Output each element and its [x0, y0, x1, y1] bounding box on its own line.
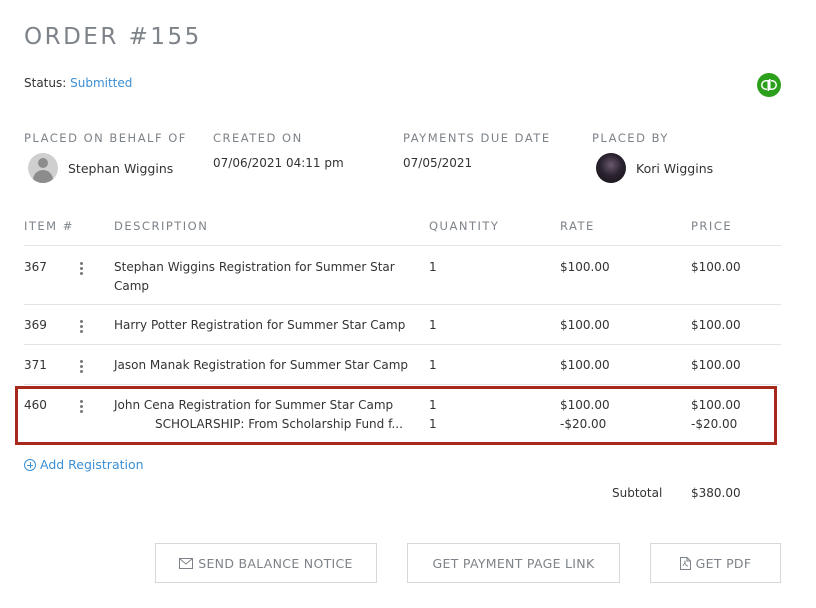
created-on: CREATED ON 07/06/2021 04:11 pm: [213, 131, 344, 170]
item-price: $100.00: [691, 260, 741, 274]
table-row: 371 Jason Manak Registration for Summer …: [24, 345, 781, 385]
table-header: ITEM # DESCRIPTION QUANTITY RATE PRICE: [24, 212, 781, 246]
status-value[interactable]: Submitted: [70, 76, 132, 90]
item-description: Jason Manak Registration for Summer Star…: [114, 358, 409, 372]
get-payment-page-link-button[interactable]: GET PAYMENT PAGE LINK: [407, 543, 620, 583]
item-price: $100.00: [691, 318, 741, 332]
item-quantity: 1: [429, 358, 437, 372]
item-number: 367: [24, 260, 47, 274]
header-rate: RATE: [560, 219, 595, 233]
item-description: Harry Potter Registration for Summer Sta…: [114, 318, 406, 332]
item-description: Stephan Wiggins Registration for Summer …: [114, 260, 395, 293]
add-registration-label: Add Registration: [40, 457, 144, 472]
item-quantity: 1: [429, 318, 437, 332]
highlight-box: [15, 386, 777, 445]
send-balance-notice-label: SEND BALANCE NOTICE: [198, 555, 353, 571]
get-payment-page-link-label: GET PAYMENT PAGE LINK: [432, 555, 595, 571]
header-price: PRICE: [691, 219, 733, 233]
order-status: Status: Submitted: [24, 76, 132, 90]
kebab-menu-icon[interactable]: [80, 262, 84, 277]
placed-by: PLACED BY Kori Wiggins: [592, 131, 713, 183]
payments-due-date: PAYMENTS DUE DATE 07/05/2021: [403, 131, 551, 170]
add-registration-link[interactable]: Add Registration: [24, 457, 144, 472]
behalf-of-name: Stephan Wiggins: [68, 160, 174, 176]
item-number: 371: [24, 358, 47, 372]
item-quantity: 1: [429, 260, 437, 274]
item-rate: $100.00: [560, 260, 610, 274]
placed-by-name: Kori Wiggins: [636, 160, 714, 176]
payments-due-date-label: PAYMENTS DUE DATE: [403, 131, 551, 145]
subtotal-value: $380.00: [691, 486, 741, 500]
created-on-label: CREATED ON: [213, 131, 303, 145]
status-label: Status:: [24, 76, 67, 90]
created-on-value: 07/06/2021 04:11 pm: [213, 156, 344, 170]
placed-on-behalf-of: PLACED ON BEHALF OF Stephan Wiggins: [24, 131, 187, 183]
pdf-file-icon: [679, 556, 691, 570]
item-rate: $100.00: [560, 318, 610, 332]
item-price: $100.00: [691, 358, 741, 372]
placed-by-label: PLACED BY: [592, 131, 669, 145]
send-balance-notice-button[interactable]: SEND BALANCE NOTICE: [155, 543, 377, 583]
item-number: 369: [24, 318, 47, 332]
kebab-menu-icon[interactable]: [80, 320, 84, 335]
subtotal-label: Subtotal: [612, 486, 663, 500]
header-quantity: QUANTITY: [429, 219, 500, 233]
avatar: [596, 153, 626, 183]
payments-due-date-value: 07/05/2021: [403, 156, 473, 170]
quickbooks-icon[interactable]: [757, 73, 781, 97]
envelope-icon: [179, 557, 194, 569]
header-item: ITEM #: [24, 219, 74, 233]
avatar: [28, 153, 58, 183]
plus-circle-icon: [24, 458, 36, 471]
page-title: ORDER #155: [24, 24, 202, 50]
header-description: DESCRIPTION: [114, 219, 209, 233]
get-pdf-button[interactable]: GET PDF: [650, 543, 781, 583]
get-pdf-label: GET PDF: [695, 555, 752, 571]
table-row: 369 Harry Potter Registration for Summer…: [24, 305, 781, 345]
item-rate: $100.00: [560, 358, 610, 372]
kebab-menu-icon[interactable]: [80, 360, 84, 375]
placed-on-behalf-of-label: PLACED ON BEHALF OF: [24, 131, 187, 145]
table-row: 367 Stephan Wiggins Registration for Sum…: [24, 246, 781, 305]
